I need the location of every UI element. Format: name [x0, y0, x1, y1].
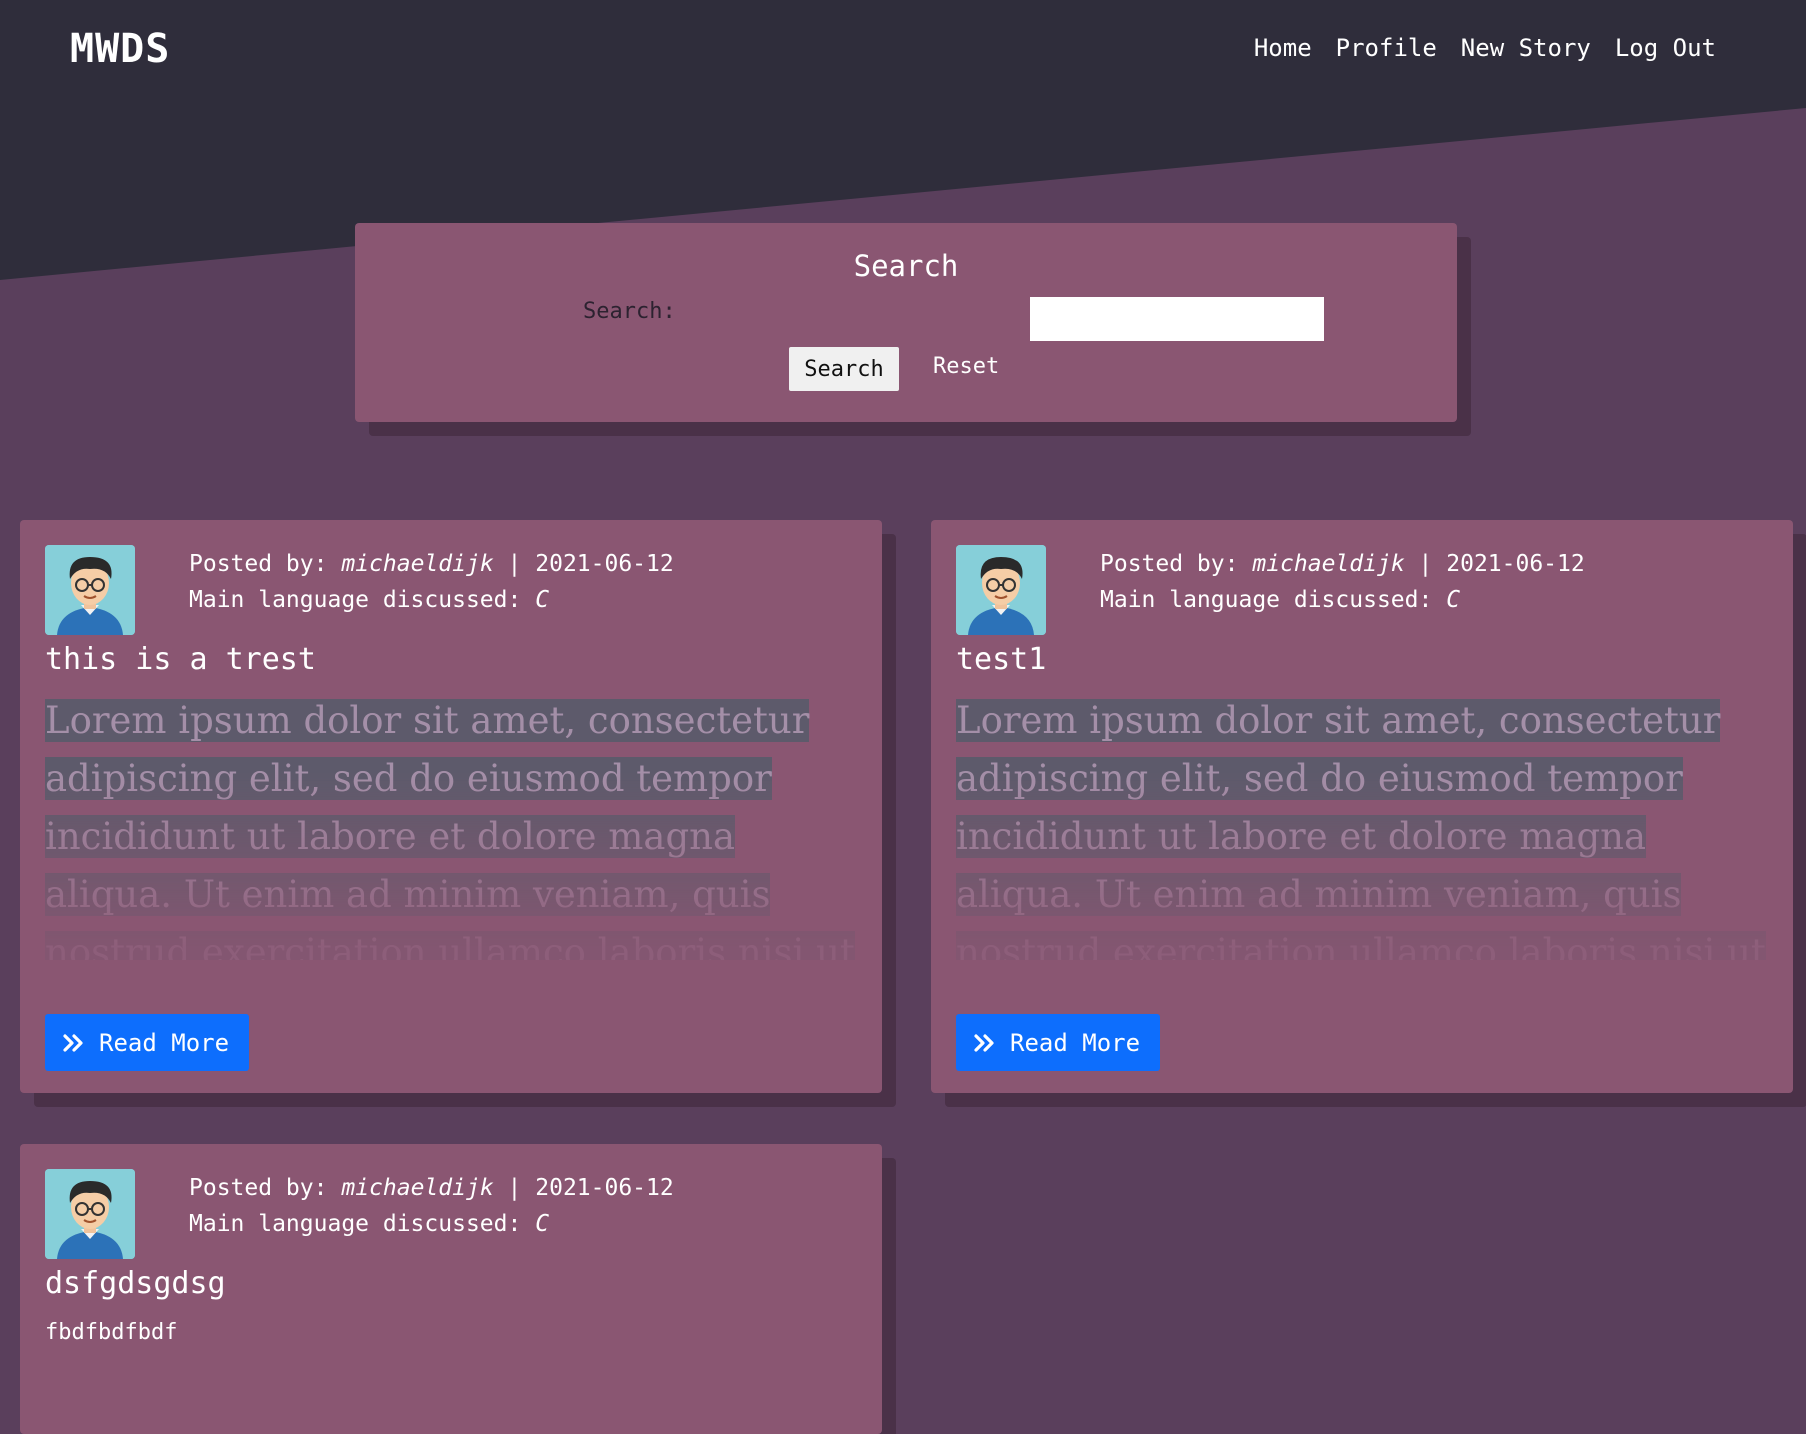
excerpt-text: Lorem ipsum dolor sit amet, consectetur …	[956, 699, 1766, 960]
language-value: C	[535, 1211, 550, 1237]
post-date: 2021-06-12	[1446, 551, 1585, 577]
double-chevron-right-icon	[63, 1033, 83, 1052]
read-more-button[interactable]: Read More	[956, 1014, 1160, 1071]
navbar: MWDS Home Profile New Story Log Out	[0, 0, 1806, 100]
posted-by-label: Posted by:	[189, 551, 328, 577]
search-title: Search	[853, 249, 959, 283]
story-body: fbdfbdfbdf	[45, 1320, 178, 1345]
language-value: C	[535, 587, 550, 613]
search-label: Search:	[583, 299, 676, 324]
language-line: Main language discussed: C	[1100, 582, 1585, 618]
read-more-label: Read More	[1010, 1028, 1141, 1057]
excerpt-text: Lorem ipsum dolor sit amet, consectetur …	[45, 699, 855, 960]
story-card: Posted by: michaeldijk | 2021-06-12 Main…	[20, 520, 882, 1093]
search-button[interactable]: Search	[789, 347, 899, 391]
story-title: dsfgdsgdsg	[45, 1266, 226, 1301]
author-name: michaeldijk	[1252, 551, 1405, 577]
story-card: Posted by: michaeldijk | 2021-06-12 Main…	[20, 1144, 882, 1434]
posted-by-line: Posted by: michaeldijk | 2021-06-12	[1100, 546, 1585, 582]
author-name: michaeldijk	[341, 1175, 494, 1201]
posted-by-label: Posted by:	[1100, 551, 1239, 577]
language-label: Main language discussed:	[189, 1211, 522, 1237]
post-date: 2021-06-12	[535, 551, 674, 577]
nav-home[interactable]: Home	[1254, 34, 1312, 62]
search-input[interactable]	[1030, 297, 1324, 341]
language-value: C	[1446, 587, 1461, 613]
read-more-button[interactable]: Read More	[45, 1014, 249, 1071]
author-name: michaeldijk	[341, 551, 494, 577]
story-card: Posted by: michaeldijk | 2021-06-12 Main…	[931, 520, 1793, 1093]
post-meta: Posted by: michaeldijk | 2021-06-12 Main…	[189, 546, 674, 618]
meta-separator: |	[507, 551, 522, 577]
meta-separator: |	[1418, 551, 1433, 577]
story-excerpt: Lorem ipsum dolor sit amet, consectetur …	[45, 692, 860, 960]
nav-profile[interactable]: Profile	[1336, 34, 1437, 62]
author-avatar	[45, 1169, 135, 1259]
brand-logo[interactable]: MWDS	[70, 26, 170, 72]
double-chevron-right-icon	[974, 1033, 994, 1052]
post-meta: Posted by: michaeldijk | 2021-06-12 Main…	[1100, 546, 1585, 618]
language-label: Main language discussed:	[189, 587, 522, 613]
author-avatar	[956, 545, 1046, 635]
post-date: 2021-06-12	[535, 1175, 674, 1201]
author-avatar	[45, 545, 135, 635]
search-panel: Search Search: Search Reset	[355, 223, 1457, 422]
post-meta: Posted by: michaeldijk | 2021-06-12 Main…	[189, 1170, 674, 1242]
story-excerpt: Lorem ipsum dolor sit amet, consectetur …	[956, 692, 1771, 960]
story-title: test1	[956, 642, 1047, 677]
posted-by-line: Posted by: michaeldijk | 2021-06-12	[189, 546, 674, 582]
read-more-label: Read More	[99, 1028, 230, 1057]
nav-links: Home Profile New Story Log Out	[1254, 34, 1716, 62]
story-title: this is a trest	[45, 642, 316, 677]
nav-log-out[interactable]: Log Out	[1615, 34, 1716, 62]
language-line: Main language discussed: C	[189, 1206, 674, 1242]
reset-button[interactable]: Reset	[933, 354, 999, 379]
language-line: Main language discussed: C	[189, 582, 674, 618]
meta-separator: |	[507, 1175, 522, 1201]
nav-new-story[interactable]: New Story	[1461, 34, 1591, 62]
posted-by-label: Posted by:	[189, 1175, 328, 1201]
posted-by-line: Posted by: michaeldijk | 2021-06-12	[189, 1170, 674, 1206]
language-label: Main language discussed:	[1100, 587, 1433, 613]
